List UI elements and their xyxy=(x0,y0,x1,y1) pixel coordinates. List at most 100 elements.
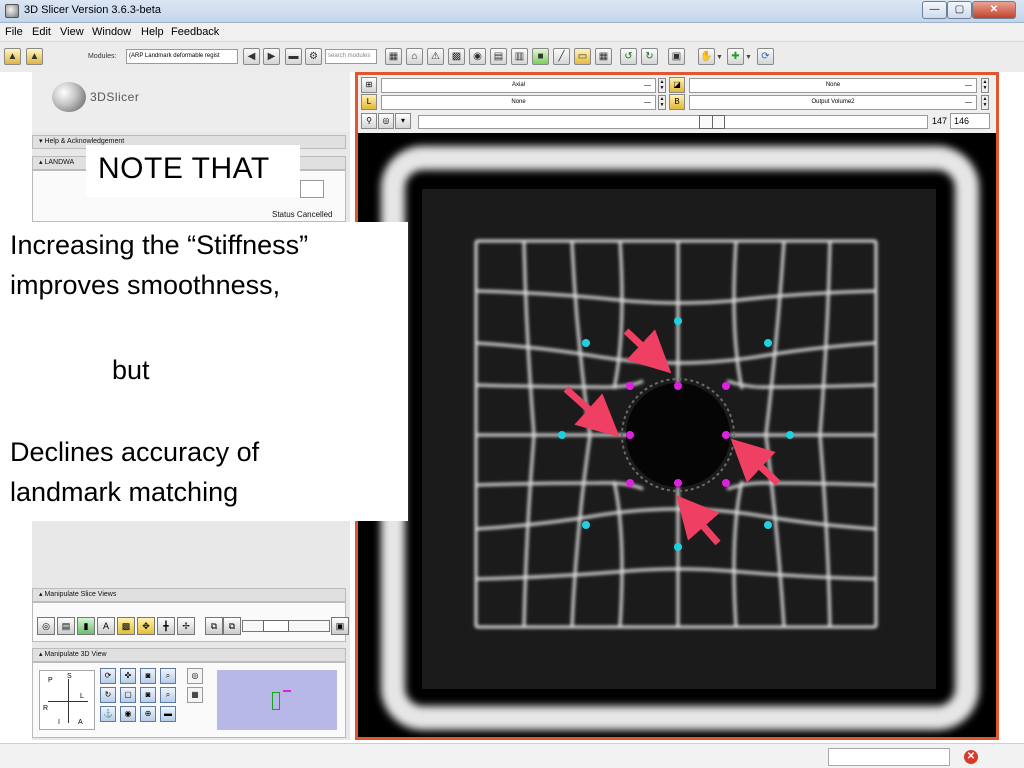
slice-visibility-icon[interactable]: ◎ xyxy=(37,617,55,635)
overlay-line-3: but xyxy=(112,355,150,385)
ruler-icon[interactable]: ▭ xyxy=(574,48,591,65)
error-icon[interactable]: ✕ xyxy=(964,750,978,764)
slice-offset-input[interactable]: 146 xyxy=(950,113,990,129)
fiducials-icon[interactable]: ▤ xyxy=(490,48,507,65)
axis-icon[interactable]: ⚓ xyxy=(100,706,116,722)
pin-icon[interactable]: ⊞ xyxy=(361,77,377,93)
slice-offset-slider[interactable] xyxy=(418,115,928,129)
eye-icon[interactable]: ◉ xyxy=(120,706,136,722)
camera-icon[interactable]: ◙ xyxy=(140,668,156,684)
layout-icon[interactable]: ▣ xyxy=(668,48,685,65)
lighting-toggle-icon[interactable]: ▦ xyxy=(187,687,203,703)
viewer-row-1: ⊞ Axial ▲▼ ◪ None ▲▼ xyxy=(361,77,993,94)
options-icon[interactable]: ▾ xyxy=(395,113,411,129)
transforms-icon[interactable]: ▥ xyxy=(511,48,528,65)
orientation-spin[interactable]: ▲ ▼ xyxy=(658,78,666,93)
slice-grid-icon[interactable]: ╋ xyxy=(157,617,175,635)
hierarchy-icon[interactable]: ⚠ xyxy=(427,48,444,65)
overlay-line-1: Increasing the “Stiffness” xyxy=(10,230,309,260)
orient-a: A xyxy=(78,719,83,726)
overlay-line-5: landmark matching xyxy=(10,477,239,507)
visibility-icon[interactable]: ◎ xyxy=(378,113,394,129)
mouse-mode-place-icon[interactable]: ✚ xyxy=(727,48,744,65)
orientation-select[interactable]: Axial xyxy=(381,78,656,93)
background-select[interactable]: Output Volume2 xyxy=(689,95,977,110)
editor-icon[interactable]: ■ xyxy=(532,48,549,65)
foreground-select[interactable]: None xyxy=(689,78,977,93)
label-spin[interactable]: ▲ ▼ xyxy=(658,95,666,110)
menu-file[interactable]: File xyxy=(5,26,23,38)
slice-yellow-icon[interactable]: ▩ xyxy=(117,617,135,635)
background-icon[interactable]: B xyxy=(669,94,685,110)
slice-offset-value: 147 xyxy=(932,116,948,126)
slice-green-icon[interactable]: ▮ xyxy=(77,617,95,635)
foreground-spin[interactable]: ▲ ▼ xyxy=(981,78,989,93)
slice-crosshair-icon[interactable]: ✥ xyxy=(137,617,155,635)
rotate-icon[interactable]: ⟳ xyxy=(100,668,116,684)
models-icon[interactable]: ◉ xyxy=(469,48,486,65)
next-module-icon[interactable]: ▶ xyxy=(263,48,280,65)
prev-module-icon[interactable]: ◀ xyxy=(243,48,260,65)
mouse-mode-pick-icon[interactable]: ✋ xyxy=(698,48,715,65)
spin-icon[interactable]: ↻ xyxy=(100,687,116,703)
central-hole xyxy=(626,383,730,487)
redo-icon[interactable]: ↻ xyxy=(641,48,658,65)
orientation-widget[interactable]: P S L R I A xyxy=(39,670,95,730)
slice-layers-icon[interactable]: ▤ xyxy=(57,617,75,635)
slice-offset-thumb[interactable] xyxy=(699,115,725,129)
volumes-icon[interactable]: ▩ xyxy=(448,48,465,65)
color-icon[interactable]: ▦ xyxy=(595,48,612,65)
center-icon[interactable]: ✜ xyxy=(120,668,136,684)
slice-tools: ◎ ▤ ▮ A ▩ ✥ ╋ ✢ ⧉ ⧉ ▣ xyxy=(37,617,349,639)
parameter-spinbox[interactable] xyxy=(300,180,324,198)
slider-thumb[interactable] xyxy=(263,620,289,632)
data-module-icon[interactable]: ▦ xyxy=(385,48,402,65)
manipulate-slice-header[interactable]: ▴ Manipulate Slice Views xyxy=(32,588,346,602)
foreground-icon[interactable]: ◪ xyxy=(669,77,685,93)
measure-icon[interactable]: ╱ xyxy=(553,48,570,65)
home-icon[interactable]: ⌂ xyxy=(406,48,423,65)
zoom-in-icon[interactable]: ⌕ xyxy=(160,668,176,684)
label-icon[interactable]: L xyxy=(361,94,377,110)
menu-view[interactable]: View xyxy=(60,26,84,38)
manipulate-3d-header[interactable]: ▴ Manipulate 3D View xyxy=(32,648,346,662)
slice-annotation-icon[interactable]: A xyxy=(97,617,115,635)
label-select[interactable]: None xyxy=(381,95,656,110)
minimize-button[interactable]: — xyxy=(922,1,947,19)
stereo-icon[interactable]: ▬ xyxy=(160,706,176,722)
3d-view-preview[interactable] xyxy=(217,670,337,730)
box-icon[interactable]: ▢ xyxy=(120,687,136,703)
slice-link-icon[interactable]: ⧉ xyxy=(223,617,241,635)
maximize-button[interactable]: ▢ xyxy=(947,1,972,19)
slice-copy-icon[interactable]: ⧉ xyxy=(205,617,223,635)
background-spin[interactable]: ▲ ▼ xyxy=(981,95,989,110)
chevron-down-icon[interactable]: ▼ xyxy=(745,54,752,61)
orient-axis-horizontal xyxy=(48,701,88,702)
search-modules-input[interactable]: search modules xyxy=(325,49,377,64)
menu-edit[interactable]: Edit xyxy=(32,26,51,38)
module-list-icon[interactable]: ▬ xyxy=(285,48,302,65)
modules-dropdown[interactable]: (ARP Landmark deformable regist xyxy=(126,49,238,64)
menu-help[interactable]: Help xyxy=(141,26,164,38)
menu-bar: File Edit View Window Help Feedback xyxy=(0,23,1024,42)
magnify-icon[interactable]: ⊕ xyxy=(140,706,156,722)
menu-window[interactable]: Window xyxy=(92,26,131,38)
link-icon[interactable]: ⚲ xyxy=(361,113,377,129)
save-scene-icon[interactable]: ▲ xyxy=(26,48,43,65)
refresh-icon[interactable]: ⟳ xyxy=(757,48,774,65)
menu-feedback[interactable]: Feedback xyxy=(171,26,219,38)
slice-opacity-slider[interactable] xyxy=(242,620,330,632)
undo-icon[interactable]: ↺ xyxy=(620,48,637,65)
close-button[interactable]: ✕ xyxy=(972,1,1016,19)
load-scene-icon[interactable]: ▲ xyxy=(4,48,21,65)
module-settings-icon[interactable]: ⚙ xyxy=(305,48,322,65)
chevron-down-icon[interactable]: ▼ xyxy=(716,54,723,61)
slice-fit-icon[interactable]: ✢ xyxy=(177,617,195,635)
slice-image[interactable] xyxy=(358,133,996,737)
visibility-toggle-icon[interactable]: ◎ xyxy=(187,668,203,684)
snapshot-icon[interactable]: ◙ xyxy=(140,687,156,703)
overlay-line-4: Declines accuracy of xyxy=(10,437,260,467)
slice-reset-icon[interactable]: ▣ xyxy=(331,617,349,635)
orient-i: I xyxy=(58,719,60,726)
zoom-out-icon[interactable]: ⌕ xyxy=(160,687,176,703)
